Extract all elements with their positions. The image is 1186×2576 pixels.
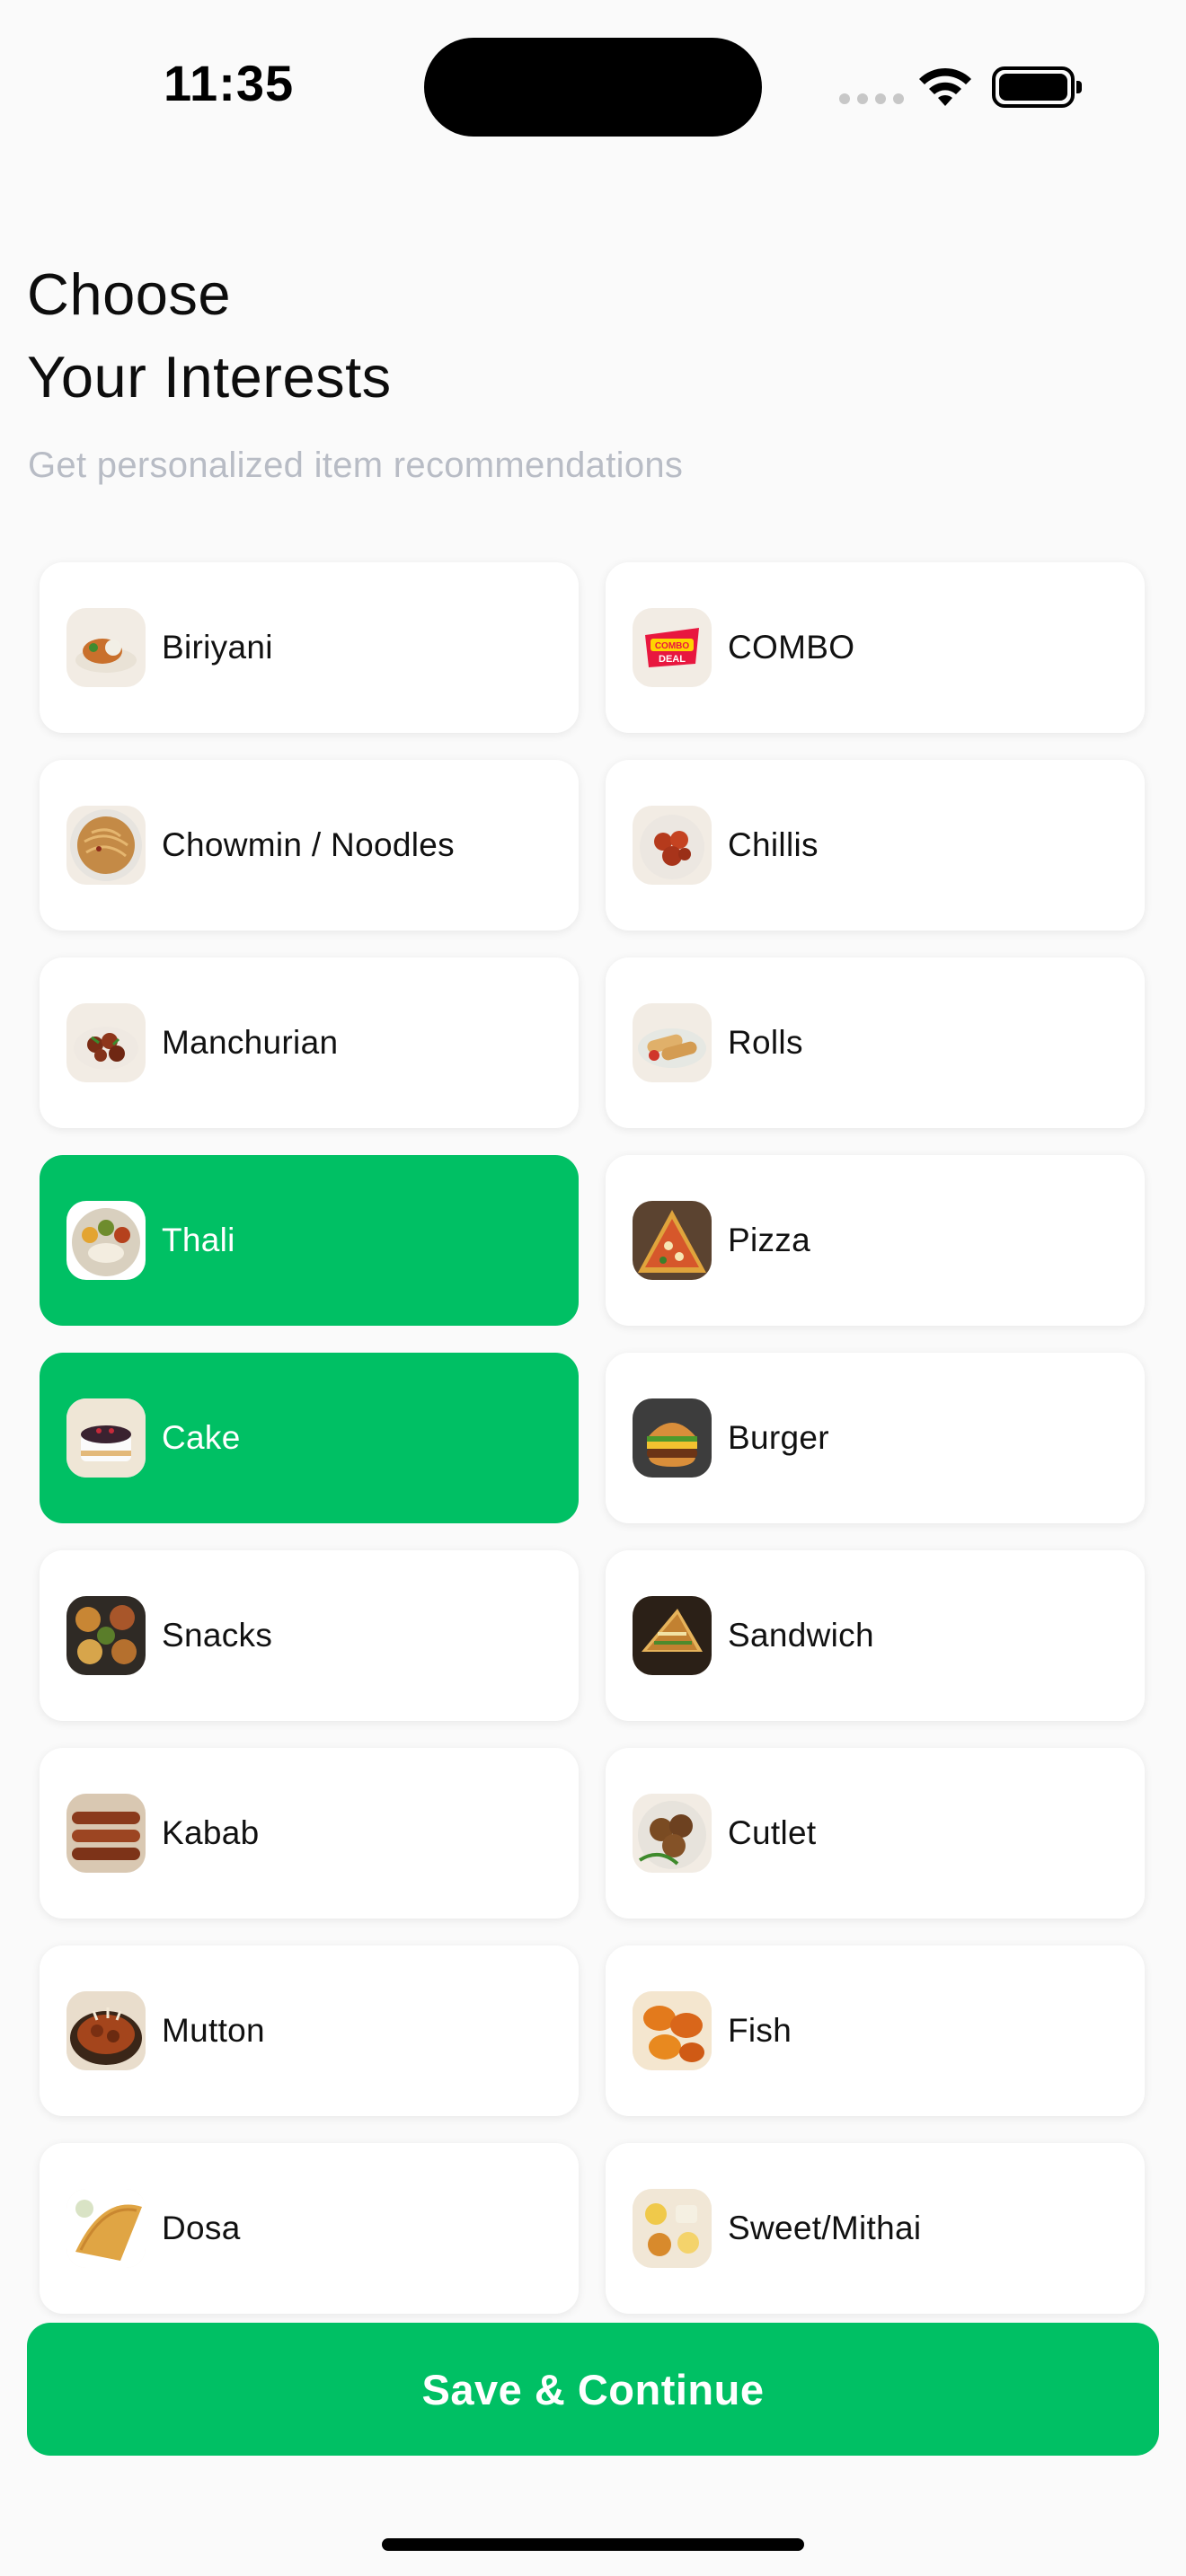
interest-card-sweet-mithai[interactable]: Sweet/Mithai (606, 2143, 1145, 2314)
interest-card-label: Rolls (728, 1024, 803, 1061)
interest-grid: Biriyani COMBO DEAL COMBO Chowmin / Noodles C… (40, 562, 1145, 2314)
interest-card-thali[interactable]: Thali (40, 1155, 579, 1326)
interest-card-label: Biriyani (162, 629, 273, 666)
cellular-signal-icon (839, 93, 904, 104)
page-subtitle: Get personalized item recommendations (28, 446, 684, 485)
cake-icon (66, 1398, 146, 1478)
wifi-icon (919, 67, 971, 106)
chilli-chicken-icon (633, 806, 712, 885)
interest-card-label: COMBO (728, 629, 855, 666)
interest-card-dosa[interactable]: Dosa (40, 2143, 579, 2314)
status-bar: 11:35 (0, 0, 1186, 171)
pizza-icon (633, 1201, 712, 1280)
thali-icon (66, 1201, 146, 1280)
sweet-mithai-icon (633, 2189, 712, 2268)
interest-card-label: Pizza (728, 1222, 810, 1258)
interest-card-label: Mutton (162, 2012, 265, 2049)
manchurian-icon (66, 1003, 146, 1082)
snacks-icon (66, 1596, 146, 1675)
interest-card-label: Manchurian (162, 1024, 339, 1061)
interest-card-pizza[interactable]: Pizza (606, 1155, 1145, 1326)
fish-icon (633, 1991, 712, 2070)
interest-card-combo[interactable]: COMBO DEAL COMBO (606, 562, 1145, 733)
burger-icon (633, 1398, 712, 1478)
home-indicator (382, 2538, 804, 2551)
interest-card-sandwich[interactable]: Sandwich (606, 1550, 1145, 1721)
battery-icon (992, 66, 1082, 108)
interest-card-label: Kabab (162, 1814, 260, 1851)
interest-card-rolls[interactable]: Rolls (606, 957, 1145, 1128)
interest-card-label: Dosa (162, 2210, 241, 2246)
interest-card-mutton[interactable]: Mutton (40, 1945, 579, 2116)
interest-card-label: Chowmin / Noodles (162, 826, 455, 863)
interest-card-kabab[interactable]: Kabab (40, 1748, 579, 1919)
dynamic-island (424, 38, 762, 137)
interest-card-label: Fish (728, 2012, 792, 2049)
interest-card-fish[interactable]: Fish (606, 1945, 1145, 2116)
interest-card-manchurian[interactable]: Manchurian (40, 957, 579, 1128)
noodles-icon (66, 806, 146, 885)
interest-card-label: Burger (728, 1419, 829, 1456)
status-time: 11:35 (164, 55, 295, 111)
title-line-1: Choose (27, 261, 232, 327)
combo-deal-icon: COMBO DEAL (633, 608, 712, 687)
interest-card-label: Cutlet (728, 1814, 817, 1851)
interest-card-cutlet[interactable]: Cutlet (606, 1748, 1145, 1919)
mutton-icon (66, 1991, 146, 2070)
interest-card-chowmin-noodles[interactable]: Chowmin / Noodles (40, 760, 579, 931)
kabab-icon (66, 1794, 146, 1873)
interest-card-label: Thali (162, 1222, 235, 1258)
cutlet-icon (633, 1794, 712, 1873)
interest-card-chillis[interactable]: Chillis (606, 760, 1145, 931)
interest-card-burger[interactable]: Burger (606, 1353, 1145, 1523)
interest-card-snacks[interactable]: Snacks (40, 1550, 579, 1721)
save-continue-button[interactable]: Save & Continue (27, 2323, 1159, 2456)
rolls-icon (633, 1003, 712, 1082)
interest-card-cake[interactable]: Cake (40, 1353, 579, 1523)
interest-card-biriyani[interactable]: Biriyani (40, 562, 579, 733)
interest-card-label: Snacks (162, 1617, 273, 1654)
sandwich-icon (633, 1596, 712, 1675)
dosa-icon (66, 2189, 146, 2268)
biriyani-icon (66, 608, 146, 687)
interest-card-label: Sweet/Mithai (728, 2210, 922, 2246)
interest-card-label: Chillis (728, 826, 819, 863)
svg-text:COMBO: COMBO (655, 641, 690, 651)
svg-text:DEAL: DEAL (659, 654, 686, 665)
interest-card-label: Sandwich (728, 1617, 874, 1654)
page-title: Choose Your Interests (27, 253, 392, 419)
interest-card-label: Cake (162, 1419, 241, 1456)
title-line-2: Your Interests (27, 344, 392, 410)
